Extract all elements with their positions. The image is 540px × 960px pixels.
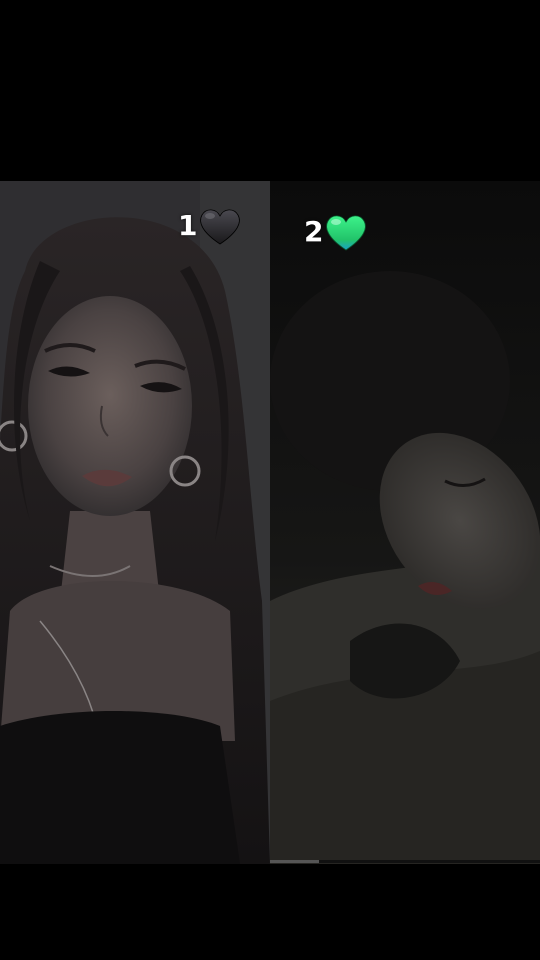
portrait-photo-two	[270, 181, 540, 864]
green-heart-icon	[326, 215, 367, 251]
black-heart-icon	[200, 209, 241, 245]
option-one-label: 1	[178, 206, 242, 246]
option-one-number: 1	[178, 209, 198, 242]
option-two-label: 2	[304, 212, 368, 252]
photo-option-two	[270, 181, 540, 864]
video-progress-bar[interactable]	[270, 860, 540, 863]
video-progress-fill	[270, 860, 319, 863]
option-two-number: 2	[304, 215, 324, 248]
portrait-photo-one	[0, 181, 270, 864]
photo-option-one	[0, 181, 270, 864]
